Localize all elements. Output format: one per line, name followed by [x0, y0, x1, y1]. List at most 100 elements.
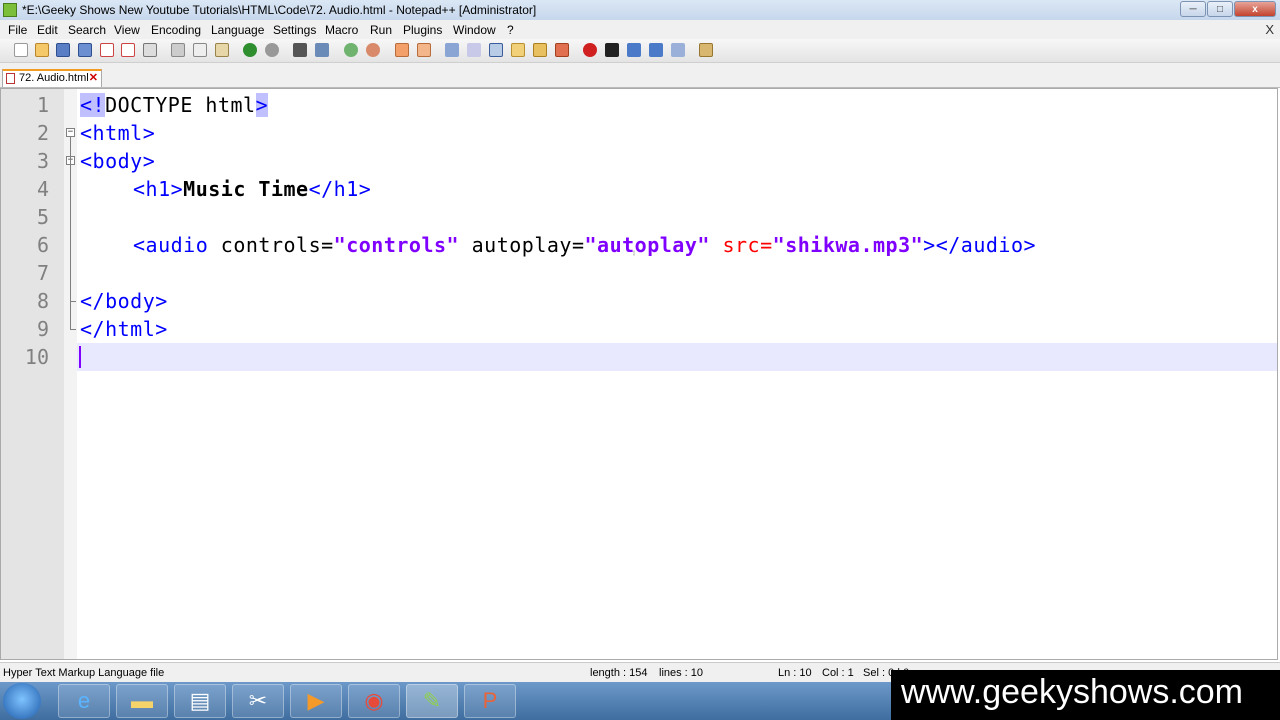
line-position-status: Ln : 10 — [778, 667, 812, 679]
line-number: 5 — [36, 205, 49, 229]
redo-icon[interactable] — [265, 43, 279, 57]
menu-language[interactable]: Language — [211, 23, 264, 37]
snipping-tool-icon[interactable]: ✂ — [232, 684, 284, 718]
function-list-icon[interactable] — [533, 43, 547, 57]
window-title: *E:\Geeky Shows New Youtube Tutorials\HT… — [22, 3, 537, 17]
start-orb-icon[interactable] — [3, 683, 41, 719]
sync-horizontal-icon[interactable] — [417, 43, 431, 57]
powerpoint-icon[interactable]: P — [464, 684, 516, 718]
menu-view[interactable]: View — [114, 23, 140, 37]
doctype-text: DOCTYPE html — [105, 93, 256, 117]
line-number: 1 — [36, 93, 49, 117]
save-macro-icon[interactable] — [671, 43, 685, 57]
save-icon[interactable] — [56, 43, 70, 57]
tab-close-icon[interactable]: ✕ — [89, 71, 98, 84]
file-type-status: Hyper Text Markup Language file — [3, 667, 165, 679]
column-status: Col : 1 — [822, 667, 854, 679]
close-file-icon[interactable] — [100, 43, 114, 57]
minimize-button[interactable]: ─ — [1180, 1, 1206, 17]
autoplay-value: "autoplay" — [584, 233, 710, 257]
length-status: length : 154 — [590, 667, 648, 679]
code-line-5: 5 — [1, 203, 1277, 231]
unsaved-file-icon — [6, 73, 15, 84]
h1-close-tag: </h1> — [308, 177, 372, 201]
close-button[interactable]: x — [1234, 1, 1276, 17]
line-number: 7 — [36, 261, 49, 285]
ibeam-cursor-icon — [633, 250, 635, 256]
code-line-2: 2 <html> — [1, 119, 1277, 147]
line-number: 9 — [36, 317, 49, 341]
book-icon[interactable]: ▤ — [174, 684, 226, 718]
line-number: 3 — [36, 149, 49, 173]
menu-edit[interactable]: Edit — [37, 23, 58, 37]
toolbar — [0, 39, 1280, 63]
run-macro-multiple-icon[interactable] — [649, 43, 663, 57]
zoom-in-icon[interactable] — [344, 43, 358, 57]
cut-icon[interactable] — [171, 43, 185, 57]
menu-window[interactable]: Window — [453, 23, 496, 37]
menu-search[interactable]: Search — [68, 23, 106, 37]
line-number: 10 — [24, 345, 49, 369]
menu-file[interactable]: File — [8, 23, 27, 37]
menu-encoding[interactable]: Encoding — [151, 23, 201, 37]
chrome-icon[interactable]: ◉ — [348, 684, 400, 718]
doctype-open: <! — [80, 93, 106, 117]
watermark-text: www.geekyshows.com — [901, 673, 1244, 711]
menu-macro[interactable]: Macro — [325, 23, 358, 37]
sync-vertical-icon[interactable] — [395, 43, 409, 57]
code-line-3: 3 <body> — [1, 147, 1277, 175]
new-file-icon[interactable] — [14, 43, 28, 57]
notepadpp-icon — [3, 3, 17, 17]
close-all-icon[interactable] — [121, 43, 135, 57]
code-editor[interactable]: − − 1 <!DOCTYPE html> 2 <html> 3 <body> … — [0, 88, 1278, 660]
window-controls: ─ □ x — [1180, 1, 1276, 17]
folder-workspace-icon[interactable] — [555, 43, 569, 57]
text-caret — [79, 346, 81, 368]
close-document-button[interactable]: X — [1265, 22, 1274, 37]
code-line-1: 1 <!DOCTYPE html> — [1, 91, 1277, 119]
menu-help[interactable]: ? — [507, 23, 514, 37]
undo-icon[interactable] — [243, 43, 257, 57]
record-macro-icon[interactable] — [583, 43, 597, 57]
body-open-tag: <body> — [80, 149, 156, 173]
media-player-icon[interactable]: ▶ — [290, 684, 342, 718]
line-number: 6 — [36, 233, 49, 257]
audio-open-tag: <audio — [133, 233, 209, 257]
h1-text: Music Time — [183, 177, 309, 201]
open-file-icon[interactable] — [35, 43, 49, 57]
find-icon[interactable] — [293, 43, 307, 57]
menu-plugins[interactable]: Plugins — [403, 23, 442, 37]
src-attr: src= — [709, 233, 773, 257]
maximize-button[interactable]: □ — [1207, 1, 1233, 17]
paste-icon[interactable] — [215, 43, 229, 57]
tab-audio-html[interactable]: 72. Audio.html ✕ — [2, 69, 102, 87]
menu-settings[interactable]: Settings — [273, 23, 316, 37]
code-line-9: 9 </html> — [1, 315, 1277, 343]
code-line-4: 4 <h1>Music Time</h1> — [1, 175, 1277, 203]
html-close-tag: </html> — [80, 317, 168, 341]
code-line-8: 8 </body> — [1, 287, 1277, 315]
stop-macro-icon[interactable] — [605, 43, 619, 57]
autoplay-attr: autoplay= — [459, 233, 585, 257]
code-line-10: 10 — [1, 343, 1277, 371]
word-wrap-icon[interactable] — [445, 43, 459, 57]
internet-explorer-icon[interactable]: e — [58, 684, 110, 718]
body-close-tag: </body> — [80, 289, 168, 313]
lines-status: lines : 10 — [659, 667, 704, 679]
menu-run[interactable]: Run — [370, 23, 392, 37]
zoom-out-icon[interactable] — [366, 43, 380, 57]
copy-icon[interactable] — [193, 43, 207, 57]
notepadpp-icon[interactable]: ✎ — [406, 684, 458, 718]
print-icon[interactable] — [143, 43, 157, 57]
launch-browser-icon[interactable] — [699, 43, 713, 57]
indent-guide-icon[interactable] — [489, 43, 503, 57]
html-open-tag: <html> — [80, 121, 156, 145]
save-all-icon[interactable] — [78, 43, 92, 57]
tab-bar: 72. Audio.html ✕ — [0, 63, 1280, 88]
show-all-chars-icon[interactable] — [467, 43, 481, 57]
file-explorer-icon[interactable]: ▬ — [116, 684, 168, 718]
udl-icon[interactable] — [511, 43, 525, 57]
play-macro-icon[interactable] — [627, 43, 641, 57]
replace-icon[interactable] — [315, 43, 329, 57]
audio-close-tag: ></audio> — [923, 233, 1037, 257]
